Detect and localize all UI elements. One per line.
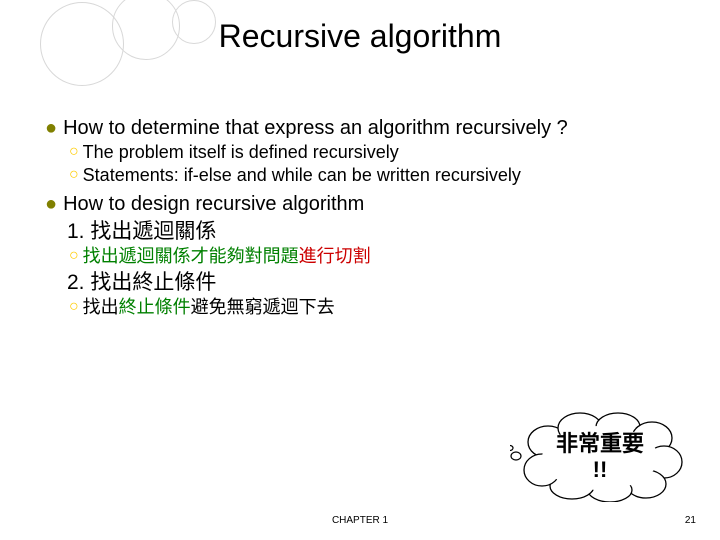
bullet-text: 找出終止條件避免無窮遞迴下去	[83, 296, 685, 319]
callout-cloud: 非常重要!!	[510, 412, 690, 502]
bullet-level2: ○ Statements: if-else and while can be w…	[69, 164, 685, 187]
bullet-level1: ● How to determine that express an algor…	[45, 116, 685, 141]
bullet-icon: ●	[45, 116, 57, 141]
bullet-text: Statements: if-else and while can be wri…	[83, 164, 685, 187]
bullet-icon: ○	[69, 141, 79, 164]
bullet-text: The problem itself is defined recursivel…	[83, 141, 685, 164]
bullet-level2: ○ 找出遞迴關係才能夠對問題進行切割	[69, 245, 685, 268]
callout-text: 非常重要!!	[510, 412, 690, 502]
footer-chapter: CHAPTER 1	[0, 515, 720, 526]
bullet-text: How to determine that express an algorit…	[63, 116, 685, 141]
slide-title: Recursive algorithm	[0, 18, 720, 55]
bullet-icon: ○	[69, 296, 79, 319]
footer-page-number: 21	[685, 515, 696, 526]
bullet-text: 找出遞迴關係才能夠對問題進行切割	[83, 245, 685, 268]
slide-content: ● How to determine that express an algor…	[45, 110, 685, 319]
bullet-level2: ○ The problem itself is defined recursiv…	[69, 141, 685, 164]
bullet-level1: ● How to design recursive algorithm	[45, 192, 685, 217]
numbered-item: 1. 找出遞迴關係	[67, 219, 685, 245]
bullet-text: How to design recursive algorithm	[63, 192, 685, 217]
bullet-icon: ○	[69, 245, 79, 268]
bullet-icon: ○	[69, 164, 79, 187]
numbered-item: 2. 找出終止條件	[67, 270, 685, 296]
bullet-level2: ○ 找出終止條件避免無窮遞迴下去	[69, 296, 685, 319]
bullet-icon: ●	[45, 192, 57, 217]
